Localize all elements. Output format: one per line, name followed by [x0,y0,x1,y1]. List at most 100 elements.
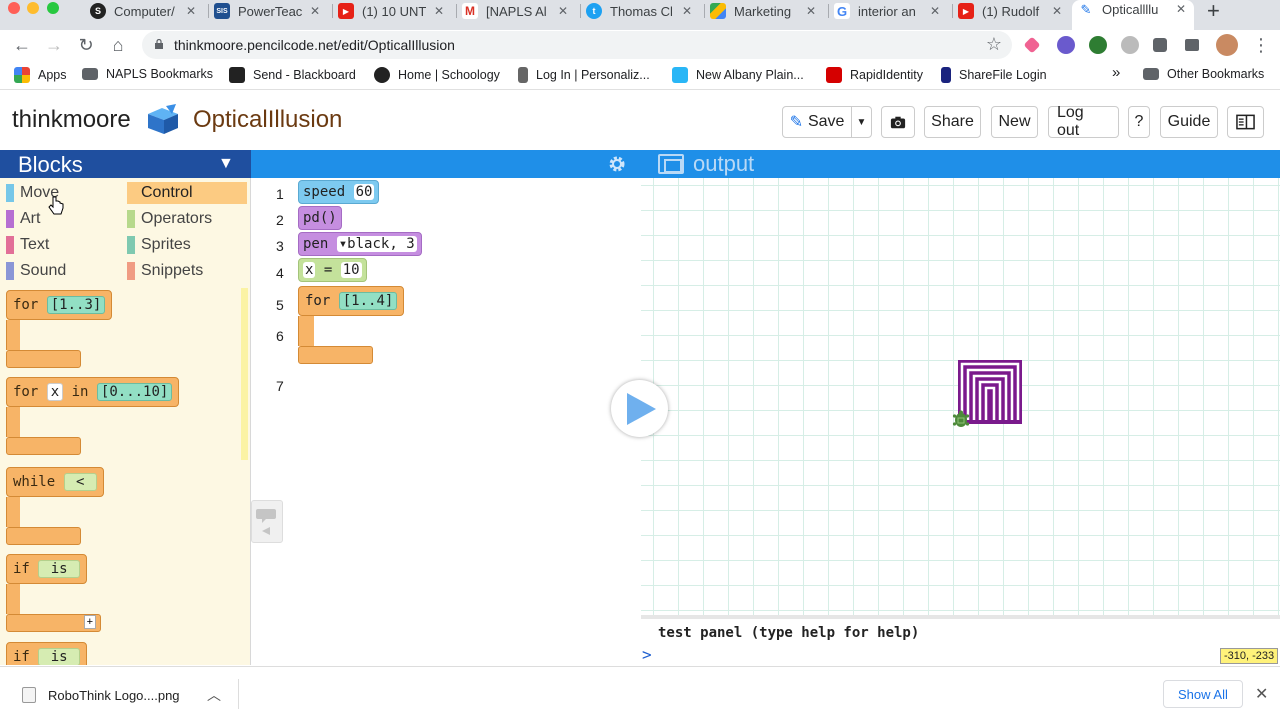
new-tab-button[interactable]: + [1207,0,1220,24]
window-zoom-button[interactable] [47,2,59,14]
close-icon[interactable]: ✕ [1052,4,1062,18]
code-block-pen[interactable]: pen ▾black, 3 [298,232,422,256]
category-text[interactable]: Text [6,234,124,256]
code-block-assign[interactable]: x = 10 [298,258,367,282]
help-button[interactable]: ? [1128,106,1150,138]
bookmark-sharefile[interactable]: ShareFile Login [941,67,1047,83]
browser-tab[interactable]: SIS PowerTeac ✕ [208,0,328,22]
close-icon[interactable]: ✕ [1176,2,1186,16]
save-dropdown-button[interactable]: ▼ [851,106,872,138]
code-block-speed[interactable]: speed 60 [298,180,380,204]
close-icon[interactable]: ✕ [434,4,444,18]
caret-down-icon[interactable]: ▼ [218,155,234,173]
category-sprites[interactable]: Sprites [127,234,247,256]
block-var[interactable]: x [303,262,316,278]
bookmark-blackboard[interactable]: Send - Blackboard [229,67,356,83]
extension-icon[interactable] [1121,36,1139,54]
block-condition-slot[interactable]: is [38,560,81,578]
bookmark-napls[interactable]: NAPLS Bookmarks [82,67,213,81]
category-control[interactable]: Control [127,182,247,204]
block-range-slot[interactable]: [1..4] [338,292,398,310]
close-icon[interactable]: ✕ [682,4,692,18]
google-icon: G [834,3,850,19]
block-arg[interactable]: 10 [340,262,362,278]
run-button[interactable] [611,380,668,437]
code-block-pd[interactable]: pd() [298,206,342,230]
color-dropdown[interactable]: ▾black, 3 [336,236,417,252]
window-close-button[interactable] [8,2,20,14]
extension-icon[interactable] [1089,36,1107,54]
new-button[interactable]: New [991,106,1038,138]
category-snippets[interactable]: Snippets [127,260,247,282]
gear-icon[interactable] [608,155,626,173]
bookmark-star-icon[interactable]: ☆ [986,34,1002,55]
browser-tab[interactable]: G interior an ✕ [828,0,948,22]
other-bookmarks[interactable]: Other Bookmarks [1143,67,1264,81]
address-bar[interactable]: thinkmoore.pencilcode.net/edit/OpticalIl… [142,31,1012,59]
block-condition-slot[interactable]: is [38,648,81,665]
category-swatch [6,184,14,202]
layout-toggle-button[interactable] [1227,106,1264,138]
share-button[interactable]: Share [924,106,981,138]
extension-icon[interactable] [1023,36,1041,54]
blocks-palette-header[interactable]: Blocks ▼ [0,150,251,178]
block-range-slot[interactable]: [0...10] [96,383,173,401]
chevron-up-icon[interactable]: ︿ [207,685,221,705]
category-operators[interactable]: Operators [127,208,247,230]
console-prompt[interactable]: > [642,645,652,664]
palette-drawer-toggle[interactable] [251,500,283,543]
browser-tab-active[interactable]: ✎ Opticallllu ✕ [1072,0,1194,30]
guide-button[interactable]: Guide [1160,106,1218,138]
bookmark-rapididentity[interactable]: RapidIdentity [826,67,923,83]
window-minimize-button[interactable] [27,2,39,14]
category-sound[interactable]: Sound [6,260,124,282]
project-title[interactable]: OpticalIllusion [193,106,342,134]
browser-tab[interactable]: S Computer/ ✕ [84,0,204,22]
bookmark-label: Apps [38,68,67,82]
puzzle-icon[interactable] [1153,38,1167,52]
block-arg[interactable]: 60 [353,184,375,200]
close-icon[interactable]: ✕ [930,4,940,18]
block-condition-slot[interactable]: < [63,473,97,491]
avatar[interactable] [1216,34,1238,56]
menu-kebab-icon[interactable]: ⋮ [1249,33,1273,57]
extension-icon[interactable] [1057,36,1075,54]
more-bookmarks-button[interactable]: » [1112,64,1120,81]
media-icon[interactable] [1185,39,1199,51]
browser-tab[interactable]: ▶ (1) 10 UNT ✕ [332,0,452,22]
browser-tab[interactable]: ▶ (1) Rudolf ✕ [952,0,1070,22]
code-editor[interactable]: speed 60 pd() pen ▾black, 3 x = 10 for [… [298,178,640,665]
bookmark-apps[interactable]: Apps [14,67,67,83]
turtle-canvas[interactable] [641,178,1280,615]
palette-scrollbar[interactable] [241,288,248,460]
back-button[interactable]: ← [10,33,34,57]
show-all-button[interactable]: Show All [1163,680,1243,708]
download-item[interactable]: RoboThink Logo....png [22,687,180,703]
close-icon[interactable]: ✕ [1255,684,1268,704]
screenshot-button[interactable] [881,106,915,138]
brand-name[interactable]: thinkmoore [12,106,131,134]
screen-icon[interactable] [658,154,684,174]
close-icon[interactable]: ✕ [310,4,320,18]
category-move[interactable]: Move [6,182,124,204]
bookmark-new-albany[interactable]: New Albany Plain... [672,67,804,83]
close-icon[interactable]: ✕ [186,4,196,18]
browser-tab[interactable]: M [NAPLS Al ✕ [456,0,576,22]
browser-tab[interactable]: Marketing ✕ [704,0,824,22]
test-panel[interactable]: test panel (type help for help) > [641,615,1280,665]
browser-tab[interactable]: t Thomas Cl ✕ [580,0,700,22]
code-block-for[interactable]: for [1..4] [298,286,405,364]
add-else-button[interactable]: + [83,615,96,629]
bookmark-login[interactable]: Log In | Personaliz... [518,67,650,83]
home-button[interactable]: ⌂ [106,33,130,57]
close-icon[interactable]: ✕ [558,4,568,18]
category-art[interactable]: Art [6,208,124,230]
block-var-slot[interactable]: x [46,383,64,401]
close-icon[interactable]: ✕ [806,4,816,18]
reload-button[interactable]: ↻ [74,33,98,57]
logout-button[interactable]: Log out [1048,104,1119,139]
block-range-slot[interactable]: [1..3] [46,296,106,314]
save-button[interactable]: ✎ Save [782,106,852,138]
bookmark-schoology[interactable]: Home | Schoology [374,67,500,83]
forward-button[interactable]: → [42,33,66,57]
